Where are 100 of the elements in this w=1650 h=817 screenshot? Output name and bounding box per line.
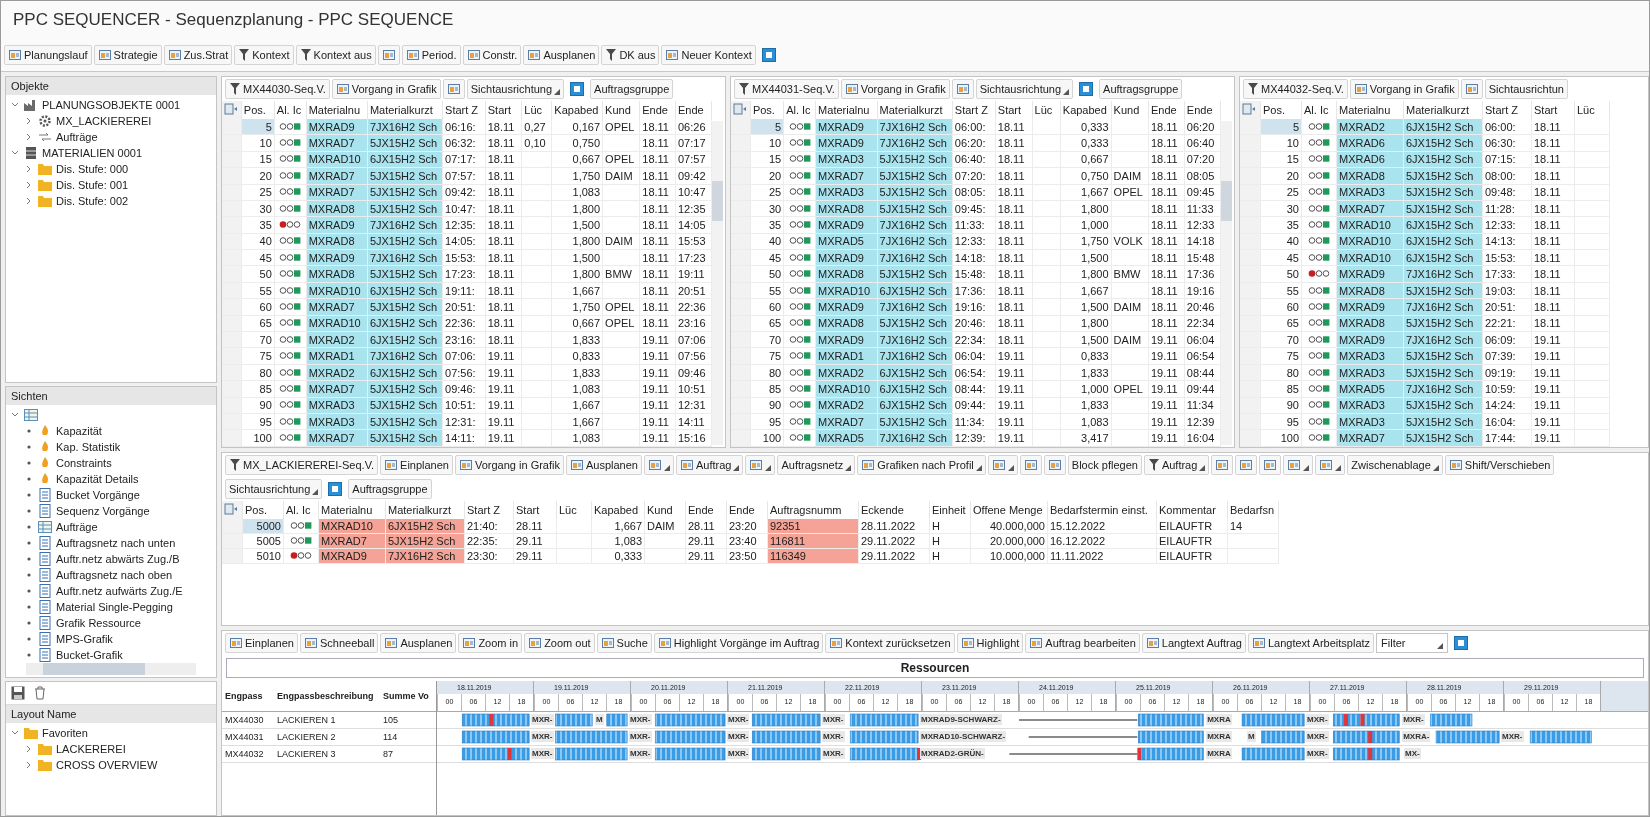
toolbar-button[interactable]: Vorgang in Grafik [455, 455, 564, 475]
column-header[interactable]: Start Z [464, 501, 514, 519]
column-header[interactable]: Kapabed [591, 501, 645, 519]
column-header[interactable]: Bedarfsn [1227, 501, 1279, 519]
toolbar-button[interactable]: Vorgang in Grafik [331, 79, 441, 99]
tree-item[interactable]: Kapazität [56, 425, 102, 437]
tree-item[interactable]: Auftr.netz abwärts Zug./B [56, 553, 180, 565]
toolbar-button[interactable]: Zus.Strat [163, 45, 233, 65]
filter-button[interactable]: MX44030-Seq.V. [225, 79, 330, 99]
column-header[interactable]: Auftragsnumm [767, 501, 859, 519]
column-header[interactable]: Al. Ic [783, 101, 816, 119]
column-header[interactable]: Ende [675, 101, 712, 119]
column-header[interactable]: Materialnu [1336, 101, 1404, 119]
toolbar-button[interactable]: Highlight Vorgänge im Auftrag [653, 633, 824, 653]
filter-button[interactable]: Kontext aus [295, 45, 376, 65]
toolbar-button[interactable]: Einplanen [225, 633, 298, 653]
icon-button[interactable] [987, 455, 1018, 475]
save-icon[interactable] [10, 685, 26, 701]
tree-item[interactable]: Auftragsnetz nach unten [56, 537, 176, 549]
toolbar-button[interactable]: Suche [596, 633, 652, 653]
toolbar-button[interactable]: Auftragsnetz [777, 455, 856, 475]
toolbar-button[interactable]: Vorgang in Grafik [840, 79, 950, 99]
toolbar-button[interactable]: Block pflegen [1067, 455, 1142, 475]
filter-button[interactable]: MX_LACKIEREREI-Seq.V. [225, 455, 379, 475]
tree-item[interactable]: Material Single-Pegging [56, 601, 173, 613]
column-header[interactable]: Al. Ic [1301, 101, 1337, 119]
toolbar-button[interactable]: Zoom in [458, 633, 523, 653]
column-header[interactable]: Al. Ic [283, 501, 319, 519]
column-header[interactable]: Start [513, 501, 557, 519]
tree-item[interactable]: MX_LACKIEREREI [56, 115, 152, 127]
column-header[interactable]: Kund [644, 501, 686, 519]
toolbar-button[interactable]: Auftragsgruppe [590, 79, 674, 99]
tree-item[interactable]: Dis. Stufe: 001 [56, 179, 129, 191]
column-header[interactable]: Kapabed [1060, 101, 1112, 119]
tree-item[interactable]: LACKEREREI [56, 743, 126, 755]
icon-button[interactable] [1283, 455, 1314, 475]
tree-item[interactable]: PLANUNGSOBJEKTE 0001 [42, 99, 181, 111]
tree-item[interactable]: Dis. Stufe: 000 [56, 163, 129, 175]
tree-item[interactable]: MATERIALIEN 0001 [42, 147, 143, 159]
tree-item[interactable]: Constraints [56, 457, 112, 469]
toolbar-button[interactable]: Sichtausrichtung [225, 479, 323, 499]
column-header[interactable]: Materialkurzt [385, 501, 465, 519]
column-header[interactable]: Lüc [1574, 101, 1610, 119]
toolbar-button[interactable]: Shift/Verschieben [1444, 455, 1555, 475]
icon-button[interactable] [951, 79, 974, 99]
tree-item[interactable]: Dis. Stufe: 002 [56, 195, 129, 207]
toolbar-button[interactable]: Ausplanen [566, 455, 642, 475]
filter-button[interactable]: Kontext [234, 45, 294, 65]
column-header[interactable]: Ende [1148, 101, 1185, 119]
column-header[interactable]: Ende [639, 101, 676, 119]
column-header[interactable]: Kund [1111, 101, 1149, 119]
vertical-scrollbar[interactable] [1221, 121, 1232, 445]
trash-icon[interactable] [32, 685, 48, 701]
toolbar-button[interactable]: Langtext Arbeitsplatz [1247, 633, 1375, 653]
toolbar-button[interactable]: Zoom out [524, 633, 595, 653]
icon-button[interactable] [1235, 455, 1258, 475]
column-header[interactable]: Engpass [222, 691, 274, 701]
column-header[interactable]: Bedarfstermin einst. [1047, 501, 1157, 519]
column-header[interactable]: Materialkurzt [877, 101, 953, 119]
tree-item[interactable]: Aufträge [56, 521, 98, 533]
horizontal-scrollbar[interactable] [26, 663, 196, 675]
filter-dropdown[interactable]: Filter [1376, 633, 1449, 653]
column-header[interactable]: Start Z [952, 101, 996, 119]
icon-button[interactable] [644, 455, 674, 475]
toolbar-button[interactable]: Grafiken nach Profil [857, 455, 986, 475]
column-header[interactable]: Start Z [1482, 101, 1532, 119]
column-header[interactable]: Start [485, 101, 522, 119]
column-header[interactable]: Kapabed [551, 101, 603, 119]
column-header[interactable]: Lüc [1032, 101, 1061, 119]
toolbar-button[interactable]: Ausplanen [523, 45, 600, 65]
tree-item[interactable]: Auftragsnetz nach oben [56, 569, 173, 581]
column-header[interactable]: Start Z [442, 101, 486, 119]
filter-button[interactable]: DK aus [601, 45, 660, 65]
column-header[interactable]: Offene Menge [970, 501, 1048, 519]
toolbar-button[interactable]: Ausplanen [380, 633, 457, 653]
filter-button[interactable]: Auftrag [1143, 455, 1210, 475]
filter-button[interactable]: MX44031-Seq.V. [734, 79, 839, 99]
toolbar-button[interactable]: Auftrag bearbeiten [1025, 633, 1140, 653]
tree-item[interactable]: Favoriten [42, 727, 88, 739]
toolbar-button[interactable]: Auftrag [676, 455, 744, 475]
column-header[interactable]: Pos. [1260, 101, 1302, 119]
column-header[interactable]: Pos. [242, 501, 284, 519]
toolbar-button[interactable]: Period. [401, 45, 461, 65]
vertical-scrollbar[interactable] [712, 121, 723, 445]
column-header[interactable]: Einheit [929, 501, 971, 519]
tree-item[interactable]: MPS-Grafik [56, 633, 113, 645]
column-header[interactable]: Kommentar [1156, 501, 1228, 519]
layout-icon[interactable] [1242, 103, 1256, 115]
column-header[interactable]: Eckende [858, 501, 930, 519]
icon-button[interactable] [1315, 455, 1346, 475]
column-header[interactable]: Al. Ic [274, 101, 307, 119]
toolbar-button[interactable]: Sichtausrichtung [466, 79, 565, 99]
toolbar-button[interactable]: Strategie [93, 45, 162, 65]
tree-item[interactable]: Bucket Vorgänge [56, 489, 140, 501]
column-header[interactable]: Pos. [241, 101, 275, 119]
icon-button[interactable] [1211, 455, 1234, 475]
layout-icon[interactable] [224, 103, 238, 115]
toolbar-button[interactable]: Einplanen [380, 455, 453, 475]
icon-button[interactable] [1019, 455, 1042, 475]
toolbar-button[interactable]: Schneeball [299, 633, 379, 653]
